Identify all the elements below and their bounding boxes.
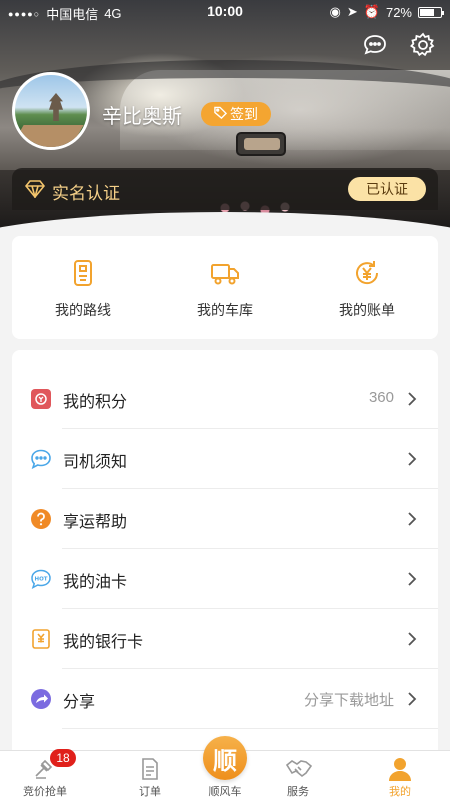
quick-actions-card: 我的路线 我的车库 我的账单	[12, 236, 438, 339]
quick-action-bill[interactable]: 我的账单	[296, 236, 438, 339]
settings-icon[interactable]	[408, 30, 438, 60]
bank-card-icon	[30, 628, 52, 650]
avatar-pagoda-image	[49, 93, 63, 121]
menu-list: 我的积分 360 司机须知 享运帮助 HOT 我的油卡 我的银行卡 分享 分享下…	[12, 350, 438, 750]
service-icon	[285, 756, 313, 782]
quick-action-garage[interactable]: 我的车库	[154, 236, 296, 339]
help-icon	[30, 508, 52, 530]
rideshare-center-button[interactable]: 顺	[203, 736, 247, 780]
quick-action-label: 我的账单	[339, 302, 395, 318]
checkin-label: 签到	[230, 106, 258, 122]
fuel-card-icon: HOT	[30, 568, 52, 590]
truck-icon	[210, 258, 240, 288]
message-icon[interactable]	[360, 30, 390, 60]
tag-icon	[214, 106, 228, 122]
menu-item-driver-notice[interactable]: 司机须知	[12, 429, 438, 489]
notice-icon	[30, 448, 52, 470]
username: 辛比奥斯	[102, 106, 182, 128]
share-icon	[30, 688, 52, 710]
quick-action-label: 我的路线	[55, 302, 111, 318]
menu-item-help[interactable]: 享运帮助	[12, 489, 438, 549]
status-bar: ●●●●○ 中国电信 4G 10:00 ◉ ➤ ⏰ 72%	[0, 0, 450, 24]
header-actions	[360, 30, 438, 60]
tab-service[interactable]: 服务	[253, 751, 343, 800]
diamond-icon	[24, 180, 46, 201]
verification-label: 实名认证	[52, 184, 120, 203]
route-icon	[68, 258, 98, 288]
chevron-right-icon	[406, 569, 418, 589]
tab-profile[interactable]: 我的	[355, 751, 445, 800]
chevron-right-icon	[406, 509, 418, 529]
chevron-right-icon	[406, 689, 418, 709]
battery-percent: 72%	[385, 4, 412, 20]
chevron-right-icon	[406, 449, 418, 469]
bill-icon	[352, 258, 382, 288]
divider	[62, 728, 438, 729]
profile-icon	[387, 756, 413, 782]
menu-item-share[interactable]: 分享 分享下载地址	[12, 669, 438, 729]
tab-label: 竞价抢单	[23, 786, 67, 798]
chevron-right-icon	[406, 389, 418, 409]
ride-icon: 顺	[213, 747, 237, 775]
svg-text:HOT: HOT	[34, 577, 47, 583]
points-icon	[30, 388, 52, 410]
menu-item-fuel-card[interactable]: HOT 我的油卡	[12, 549, 438, 609]
chevron-right-icon	[406, 629, 418, 649]
menu-item-bank-card[interactable]: 我的银行卡	[12, 609, 438, 669]
rearview-mirror-image	[236, 132, 286, 156]
share-hint: 分享下载地址	[303, 692, 394, 709]
status-right: ◉ ➤ ⏰ 72%	[329, 4, 444, 20]
tab-label: 我的	[389, 786, 411, 798]
tab-bidding[interactable]: 18 竞价抢单	[0, 749, 90, 800]
verified-badge: 已认证	[348, 177, 426, 201]
points-value: 360	[368, 389, 394, 406]
quick-action-label: 我的车库	[197, 302, 253, 318]
tab-badge: 18	[50, 749, 76, 767]
menu-item-points[interactable]: 我的积分 360	[12, 369, 438, 429]
location-icon: ➤	[346, 4, 358, 19]
menu-item-label: 司机须知	[63, 454, 128, 471]
battery-icon	[418, 6, 444, 18]
quick-action-route[interactable]: 我的路线	[12, 236, 154, 339]
lock-rotation-icon: ◉	[329, 4, 341, 19]
menu-item-label: 我的油卡	[63, 574, 128, 591]
avatar[interactable]	[12, 72, 90, 150]
menu-item-label: 我的银行卡	[63, 634, 144, 651]
order-icon	[137, 756, 163, 782]
tab-label: 服务	[287, 786, 309, 798]
menu-item-label: 分享	[63, 694, 96, 711]
verification-bar[interactable]: 实名认证 已认证	[12, 168, 438, 210]
alarm-icon: ⏰	[363, 4, 380, 19]
menu-item-label: 享运帮助	[63, 514, 128, 531]
menu-item-label: 我的积分	[63, 394, 128, 411]
checkin-button[interactable]: 签到	[201, 102, 271, 126]
